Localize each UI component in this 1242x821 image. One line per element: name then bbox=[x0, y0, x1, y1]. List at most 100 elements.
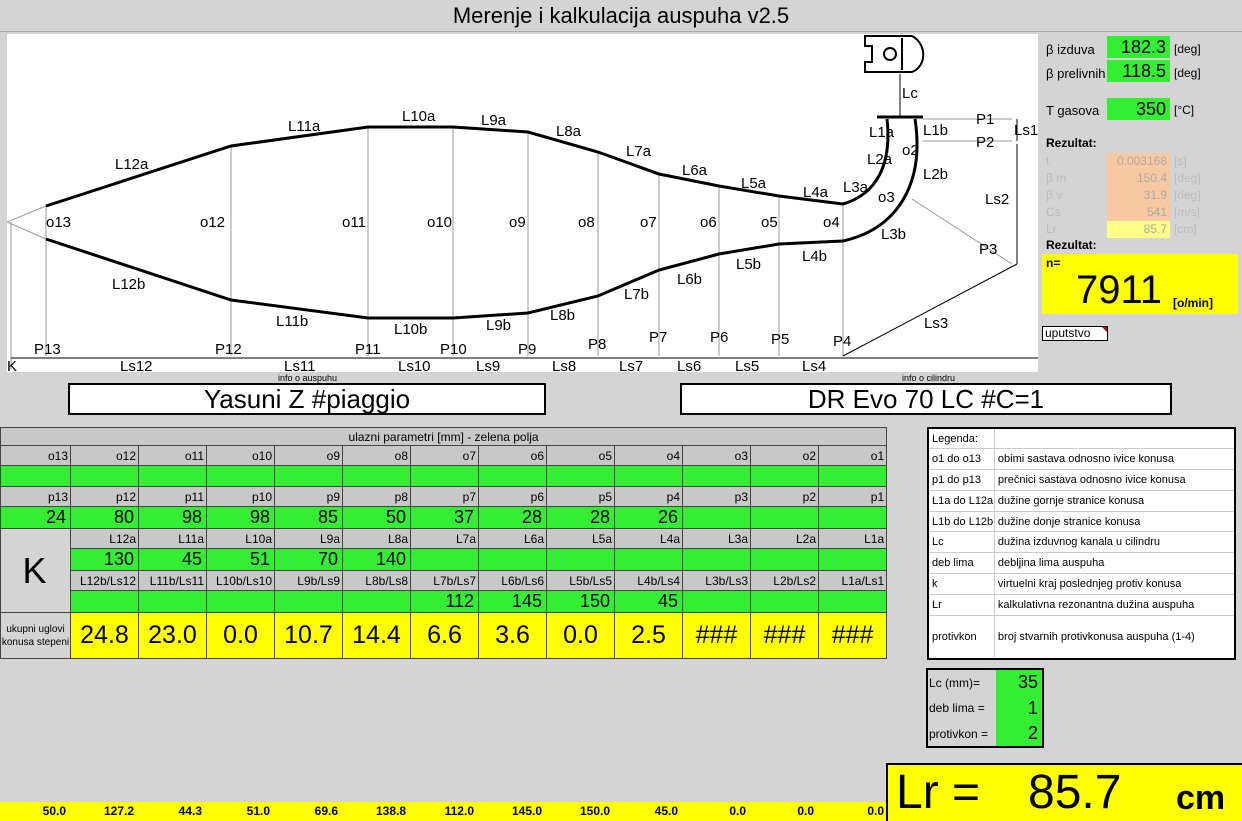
o-input[interactable] bbox=[478, 465, 547, 487]
label-Ls3: Ls3 bbox=[924, 315, 948, 332]
cilindar-name-field[interactable]: DR Evo 70 LC #C=1 bbox=[680, 383, 1172, 415]
uputstvo-button[interactable]: uputstvo bbox=[1042, 326, 1108, 341]
lb-input[interactable]: 112 bbox=[410, 590, 479, 613]
lb-input[interactable] bbox=[750, 590, 819, 613]
bottom-value: 127.2 bbox=[103, 804, 134, 818]
lb-input[interactable] bbox=[817, 590, 888, 613]
o-input[interactable] bbox=[70, 465, 139, 487]
o-input[interactable] bbox=[750, 465, 819, 487]
auspuh-info-label: info o auspuhu bbox=[278, 373, 338, 383]
result-t-label: t bbox=[1046, 154, 1050, 168]
legend-key: L1a do L12a bbox=[927, 489, 995, 512]
exhaust-diagram: o13 o12 o11 o10 o9 o8 o7 o6 o5 o4 o3 o2 … bbox=[7, 34, 1038, 372]
la-input[interactable]: 51 bbox=[206, 548, 275, 571]
p-header: p2 bbox=[750, 486, 819, 507]
o-input[interactable] bbox=[342, 465, 411, 487]
lb-input[interactable] bbox=[206, 590, 275, 613]
la-input[interactable] bbox=[614, 548, 683, 571]
bottom-value: 0.0 bbox=[729, 804, 746, 818]
beta-prelivnih-input[interactable]: 118.5 bbox=[1107, 60, 1170, 82]
la-header: L5a bbox=[546, 528, 615, 549]
la-input[interactable] bbox=[546, 548, 615, 571]
la-header: L4a bbox=[614, 528, 683, 549]
lb-header: L9b/Ls9 bbox=[274, 570, 343, 591]
o-input[interactable] bbox=[546, 465, 615, 487]
params-table: Lc (mm)= 35 deb lima = 1 protivkon = 2 bbox=[926, 668, 1044, 748]
param-lc-input[interactable]: 35 bbox=[996, 669, 1043, 695]
o-input[interactable] bbox=[682, 465, 751, 487]
legend-desc: debljina lima auspuha bbox=[993, 552, 1236, 575]
o-input[interactable] bbox=[138, 465, 207, 487]
lb-input[interactable] bbox=[138, 590, 207, 613]
o-input[interactable] bbox=[274, 465, 343, 487]
legend-row: L1b do L12b dužine donje stranice konusa bbox=[927, 510, 1236, 533]
la-header: L3a bbox=[682, 528, 751, 549]
o-input[interactable] bbox=[817, 465, 888, 487]
label-P3: P3 bbox=[979, 241, 997, 258]
t-gasova-input[interactable]: 350 bbox=[1107, 98, 1170, 120]
lb-input[interactable] bbox=[70, 590, 139, 613]
p-input[interactable] bbox=[682, 506, 751, 529]
n-unit: [o/min] bbox=[1173, 296, 1213, 310]
lb-header: L1a/Ls1 bbox=[817, 570, 888, 591]
param-deb-lima-input[interactable]: 1 bbox=[996, 695, 1043, 721]
o-input[interactable] bbox=[0, 465, 71, 487]
la-input[interactable] bbox=[750, 548, 819, 571]
label-o8: o8 bbox=[578, 214, 595, 231]
o-input[interactable] bbox=[206, 465, 275, 487]
lb-input[interactable]: 150 bbox=[546, 590, 615, 613]
p-input[interactable]: 28 bbox=[546, 506, 615, 529]
p-input[interactable]: 26 bbox=[614, 506, 683, 529]
la-input[interactable] bbox=[682, 548, 751, 571]
param-protivkon-input[interactable]: 2 bbox=[996, 721, 1043, 747]
legend-key: k bbox=[927, 573, 995, 595]
la-header: L6a bbox=[478, 528, 547, 549]
lb-input[interactable] bbox=[274, 590, 343, 613]
p-input[interactable]: 24 bbox=[0, 506, 71, 529]
angle-value: ### bbox=[817, 612, 888, 659]
beta-izduva-input[interactable]: 182.3 bbox=[1107, 36, 1170, 58]
lb-input[interactable]: 145 bbox=[478, 590, 547, 613]
la-input[interactable]: 130 bbox=[70, 548, 139, 571]
angle-value: 23.0 bbox=[138, 612, 207, 659]
bottom-value: 112.0 bbox=[444, 804, 474, 818]
la-input[interactable] bbox=[478, 548, 547, 571]
angle-value: ### bbox=[750, 612, 819, 659]
result-t-unit: [s] bbox=[1174, 154, 1187, 168]
la-input[interactable]: 70 bbox=[274, 548, 343, 571]
p-input[interactable]: 37 bbox=[410, 506, 479, 529]
bottom-value: 50.0 bbox=[42, 804, 66, 818]
p-input[interactable]: 98 bbox=[138, 506, 207, 529]
la-input[interactable] bbox=[817, 548, 888, 571]
o-header: o3 bbox=[682, 445, 751, 466]
lb-input[interactable]: 45 bbox=[614, 590, 683, 613]
p-input[interactable]: 85 bbox=[274, 506, 343, 529]
legend-row: deb lima debljina lima auspuha bbox=[927, 552, 1236, 575]
result-beta-v-label: β v bbox=[1046, 188, 1063, 202]
o-header: o6 bbox=[478, 445, 547, 466]
legend-key: protivkon bbox=[927, 614, 995, 660]
legend-row: L1a do L12a dužine gornje stranice konusa bbox=[927, 489, 1236, 512]
p-input[interactable] bbox=[817, 506, 888, 529]
auspuh-name-field[interactable]: Yasuni Z #piaggio bbox=[68, 383, 546, 415]
o-input[interactable] bbox=[410, 465, 479, 487]
exhaust-diagram-svg: o13 o12 o11 o10 o9 o8 o7 o6 o5 o4 o3 o2 … bbox=[7, 35, 1038, 372]
input-grid: ulazni parametri [mm] - zelena polja o13… bbox=[0, 427, 888, 659]
la-input[interactable] bbox=[410, 548, 479, 571]
label-o2: o2 bbox=[902, 142, 919, 159]
p-input[interactable]: 50 bbox=[342, 506, 411, 529]
label-L2b: L2b bbox=[923, 166, 948, 183]
la-input[interactable]: 140 bbox=[342, 548, 411, 571]
t-gasova-unit: [°C] bbox=[1174, 103, 1195, 117]
p-input[interactable] bbox=[750, 506, 819, 529]
la-input[interactable]: 45 bbox=[138, 548, 207, 571]
legend-desc bbox=[993, 427, 1236, 450]
lb-input[interactable] bbox=[682, 590, 751, 613]
o-input[interactable] bbox=[614, 465, 683, 487]
lb-input[interactable] bbox=[342, 590, 411, 613]
label-P8: P8 bbox=[588, 336, 606, 353]
lb-header: L8b/Ls8 bbox=[342, 570, 411, 591]
p-input[interactable]: 98 bbox=[206, 506, 275, 529]
p-input[interactable]: 80 bbox=[70, 506, 139, 529]
p-input[interactable]: 28 bbox=[478, 506, 547, 529]
